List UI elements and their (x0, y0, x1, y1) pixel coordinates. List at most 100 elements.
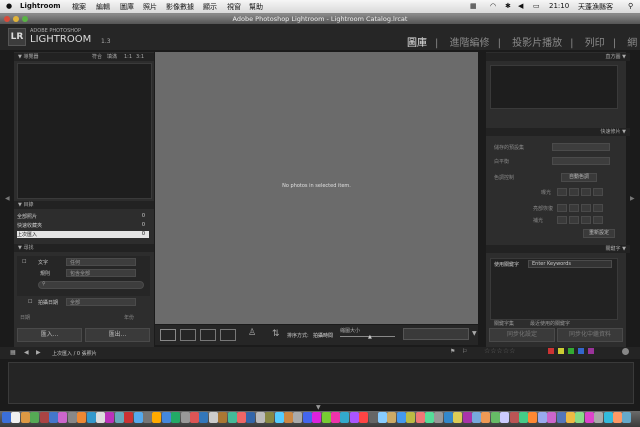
close-window-button[interactable] (4, 16, 10, 22)
dock-app-icon[interactable] (161, 412, 171, 423)
filter-flag-icon[interactable]: ⚑ (450, 348, 455, 355)
keywording-header[interactable]: 關鍵字 ▼ (486, 245, 630, 253)
dock-app-icon[interactable] (124, 412, 134, 423)
dock-app-icon[interactable] (265, 412, 275, 423)
nav-fit[interactable]: 符合 (92, 53, 102, 61)
quick-develop-header[interactable]: 快速修片 ▼ (486, 128, 630, 136)
exposure-inc2[interactable] (593, 188, 603, 196)
rule-select[interactable]: 包含全部 (66, 269, 136, 277)
dock-app-icon[interactable] (105, 412, 115, 423)
fill-dec2[interactable] (557, 216, 567, 224)
menu-metadata[interactable]: 影像數據 (166, 2, 194, 12)
dock-app-icon[interactable] (575, 412, 585, 423)
dock-app-icon[interactable] (594, 412, 604, 423)
dock-app-icon[interactable] (396, 412, 406, 423)
dock-app-icon[interactable] (49, 412, 58, 423)
spaces-icon[interactable]: ▦ (470, 2, 477, 10)
zoom-window-button[interactable] (22, 16, 28, 22)
dock-app-icon[interactable] (378, 412, 387, 423)
module-develop[interactable]: 進階編修 (450, 38, 490, 49)
navigator-header[interactable]: ▼ 導覽器 符合 填滿 1:1 3:1 (14, 53, 154, 61)
compare-view-icon[interactable] (200, 329, 216, 341)
menubar-user[interactable]: 天蓬漁縣客 (578, 2, 613, 12)
dock-app-icon[interactable] (302, 412, 312, 423)
saved-preset-select[interactable] (552, 143, 610, 151)
dock-app-icon[interactable] (255, 412, 265, 423)
dock-app-icon[interactable] (321, 412, 331, 423)
recovery-dec2[interactable] (557, 204, 567, 212)
dock-app-icon[interactable] (547, 412, 557, 423)
catalog-header[interactable]: ▼ 目錄 (14, 201, 154, 209)
histogram-header[interactable]: 直方圖 ▼ (486, 53, 630, 61)
dock-app-icon[interactable] (30, 412, 40, 423)
menu-view[interactable]: 顯示 (203, 2, 217, 12)
catalog-item-all[interactable]: 全部照片 0 (17, 213, 149, 220)
dock-app-icon[interactable] (246, 412, 256, 423)
dock-app-icon[interactable] (39, 412, 49, 423)
label-blue-icon[interactable] (578, 348, 584, 354)
dock-app-icon[interactable] (406, 412, 416, 423)
dock-app-icon[interactable] (566, 412, 575, 423)
apple-icon[interactable]: ● (6, 2, 12, 10)
fill-inc2[interactable] (593, 216, 603, 224)
dock-app-icon[interactable] (509, 412, 519, 423)
dock-app-icon[interactable] (199, 412, 209, 423)
dock-app-icon[interactable] (274, 412, 284, 423)
recovery-inc1[interactable] (581, 204, 591, 212)
menu-help[interactable]: 幫助 (249, 2, 263, 12)
bottom-collapse-arrow[interactable]: ▼ (316, 404, 321, 411)
nav-fill[interactable]: 填滿 (107, 53, 117, 61)
filmstrip-source[interactable]: 上次匯入 / 0 張照片 (52, 350, 97, 357)
dock-app-icon[interactable] (584, 412, 594, 423)
catalog-item-quick[interactable]: 快速收藏夾 0 (17, 222, 149, 229)
auto-tone-button[interactable]: 自動色調 (561, 173, 597, 182)
dock-app-icon[interactable] (11, 412, 21, 423)
filter-toggle-icon[interactable] (622, 348, 629, 355)
dock-app-icon[interactable] (143, 412, 152, 423)
thumbnail-size-handle[interactable]: ▲ (368, 334, 372, 340)
dock-app-icon[interactable] (603, 412, 613, 423)
dock-app-icon[interactable] (20, 412, 30, 423)
filmstrip[interactable] (8, 362, 634, 404)
dock-app-icon[interactable] (434, 412, 444, 423)
dock-app-icon[interactable] (208, 412, 218, 423)
volume-icon[interactable]: ◀ (518, 2, 523, 10)
dock-app-icon[interactable] (293, 412, 303, 423)
dock-app-icon[interactable] (472, 412, 481, 423)
menu-window[interactable]: 視窗 (227, 2, 241, 12)
dock-app-icon[interactable] (284, 412, 293, 423)
dock-app-icon[interactable] (96, 412, 105, 423)
toolbar-menu-arrow-icon[interactable]: ▼ (472, 330, 477, 337)
dock-app-icon[interactable] (622, 412, 632, 423)
menu-library[interactable]: 圖庫 (120, 2, 134, 12)
dock-app-icon[interactable] (227, 412, 237, 423)
dock-app-icon[interactable] (481, 412, 491, 423)
dock-app-icon[interactable] (359, 412, 369, 423)
label-purple-icon[interactable] (588, 348, 594, 354)
dock-app-icon[interactable] (415, 412, 425, 423)
white-balance-select[interactable] (552, 157, 610, 165)
dock-app-icon[interactable] (114, 412, 124, 423)
reset-button[interactable]: 重新設定 (583, 229, 615, 238)
date-checkbox[interactable]: ☐ (28, 299, 32, 305)
filmstrip-grid-icon[interactable]: ▦ (10, 349, 16, 356)
sync-metadata-button[interactable]: 同步化中繼資料 (557, 328, 623, 342)
label-red-icon[interactable] (548, 348, 554, 354)
dock-app-icon[interactable] (368, 412, 378, 423)
sync-settings-button[interactable]: 同步化設定 (489, 328, 555, 342)
dock-app-icon[interactable] (218, 412, 228, 423)
dock-app-icon[interactable] (312, 412, 322, 423)
sort-direction-icon[interactable]: ⇅ (272, 329, 280, 339)
dock-app-icon[interactable] (613, 412, 622, 423)
dock-app-icon[interactable] (77, 412, 87, 423)
fill-dec1[interactable] (569, 216, 579, 224)
dock-app-icon[interactable] (190, 412, 199, 423)
text-select[interactable]: 任何 (66, 258, 136, 266)
dock-app-icon[interactable] (462, 412, 472, 423)
label-yellow-icon[interactable] (558, 348, 564, 354)
menu-app-name[interactable]: Lightroom (20, 2, 61, 10)
dock-app-icon[interactable] (490, 412, 500, 423)
battery-icon[interactable]: ▭ (533, 2, 540, 10)
menu-file[interactable]: 檔案 (72, 2, 86, 12)
dock-app-icon[interactable] (180, 412, 190, 423)
